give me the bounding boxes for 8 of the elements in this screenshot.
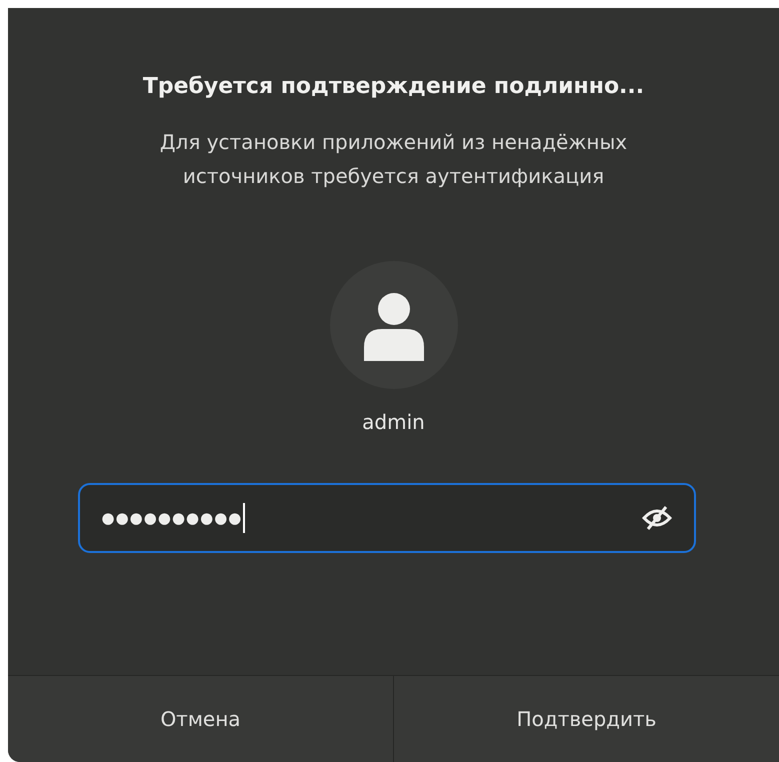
dialog-title: Требуется подтверждение подлинно... — [142, 73, 644, 101]
password-field[interactable]: ●●●●●●●●●● — [78, 483, 696, 553]
dialog-button[interactable]: Отмена — [8, 676, 393, 762]
eye-slash-icon[interactable] — [642, 506, 672, 530]
password-value: ●●●●●●●●●● — [102, 508, 242, 529]
user-name: admin — [362, 409, 425, 436]
dialog-button[interactable]: Подтвердить — [393, 676, 779, 762]
dialog-message: Для установки приложений из ненадёжных источников требуется аутентификация — [158, 129, 628, 190]
